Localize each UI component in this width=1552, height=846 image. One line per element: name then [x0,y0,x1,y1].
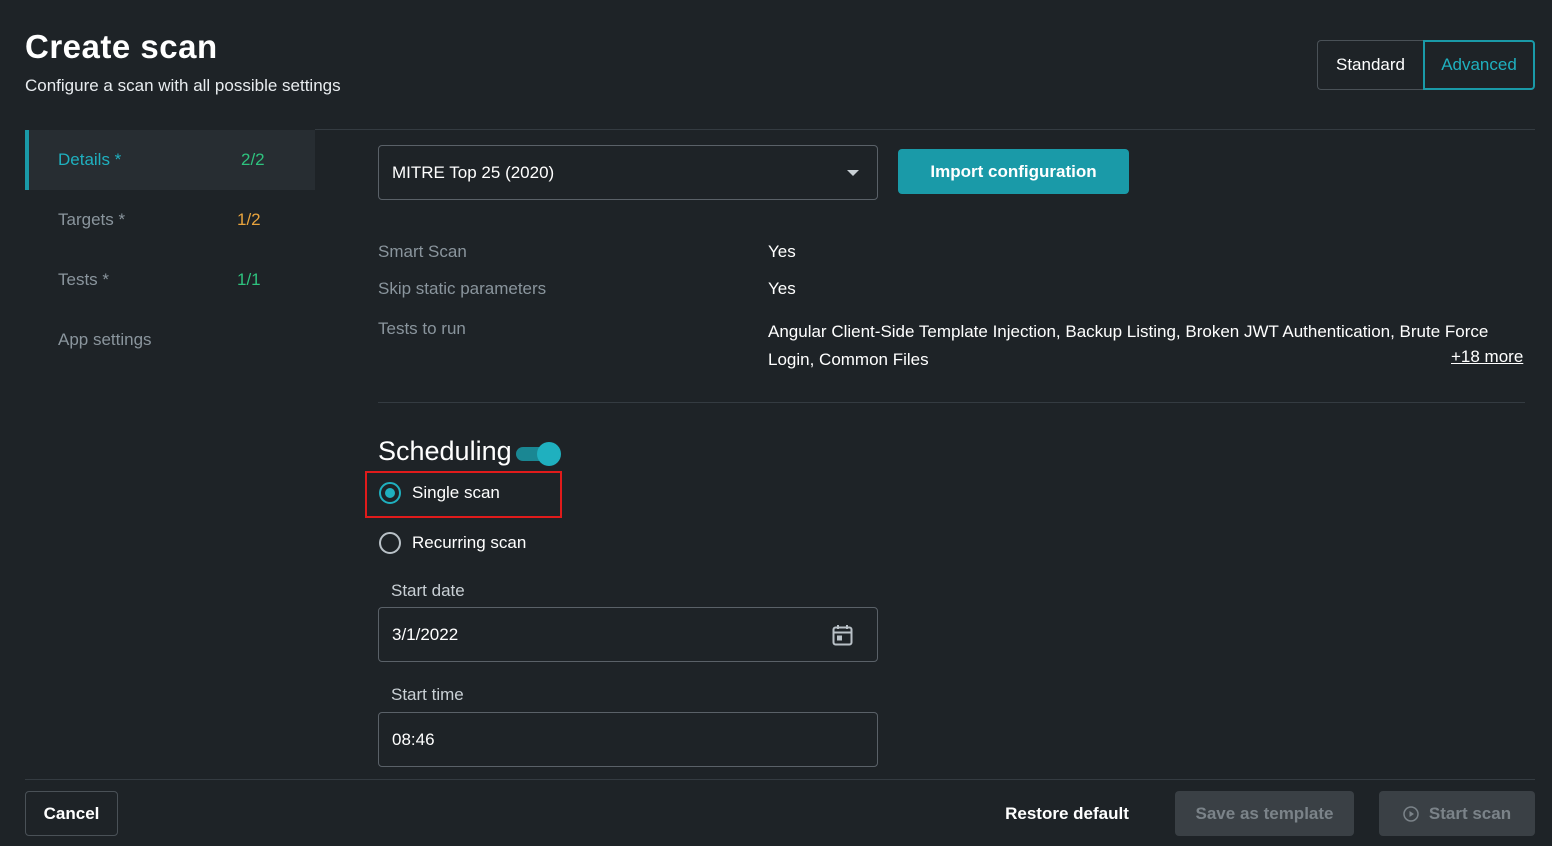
scheduling-toggle[interactable] [516,442,561,466]
start-time-label: Start time [391,685,464,704]
sidebar-item-tests[interactable]: Tests * 1/1 [25,250,315,310]
sidebar-item-app-settings[interactable]: App settings [25,310,315,370]
start-scan-label: Start scan [1428,803,1512,823]
section-divider [378,402,1525,403]
mode-switch: Standard Advanced [1317,40,1535,90]
tests-to-run-label: Tests to run [378,319,466,338]
sidebar-item-label: App settings [58,330,152,349]
radio-selected-dot [385,488,395,498]
page-title: Create scan [25,28,218,65]
caret-down-icon [847,170,859,176]
page-subtitle: Configure a scan with all possible setti… [25,76,341,95]
template-select-value: MITRE Top 25 (2020) [392,162,555,182]
start-scan-button[interactable]: Start scan [1379,791,1535,836]
advanced-mode-button[interactable]: Advanced [1423,40,1535,90]
play-circle-icon [1403,805,1419,822]
recurring-scan-label[interactable]: Recurring scan [412,533,526,553]
restore-default-button[interactable]: Restore default [994,791,1140,836]
sidebar-item-count: 1/2 [237,210,261,229]
template-select[interactable]: MITRE Top 25 (2020) [378,145,878,200]
toggle-knob [537,442,561,466]
single-scan-radio[interactable] [379,482,401,504]
start-date-input[interactable]: 3/1/2022 [378,607,878,662]
skip-static-value: Yes [768,279,796,298]
sidebar-item-label: Details * [58,150,122,169]
sidebar-item-details[interactable]: Details * 2/2 [25,130,315,190]
more-tests-link[interactable]: +18 more [1451,347,1523,367]
import-configuration-button[interactable]: Import configuration [898,149,1129,194]
skip-static-label: Skip static parameters [378,279,547,298]
sidebar-item-label: Targets * [58,210,126,229]
start-time-input[interactable]: 08:46 [378,712,878,767]
single-scan-label[interactable]: Single scan [412,483,500,503]
smart-scan-value: Yes [768,242,796,261]
sidebar-item-count: 1/1 [237,270,261,289]
smart-scan-label: Smart Scan [378,242,467,261]
sidebar-item-targets[interactable]: Targets * 1/2 [25,190,315,250]
recurring-scan-radio[interactable] [379,532,401,554]
sidebar-item-label: Tests * [58,270,110,289]
header-divider [315,129,1535,130]
start-date-label: Start date [391,581,465,600]
scheduling-title: Scheduling [378,436,512,466]
calendar-icon[interactable] [832,624,853,646]
start-date-value: 3/1/2022 [392,624,459,644]
tests-to-run-value: Angular Client-Side Template Injection, … [768,322,1489,369]
start-time-value: 08:46 [392,729,435,749]
footer-divider [25,779,1535,780]
standard-mode-button[interactable]: Standard [1317,40,1423,90]
save-as-template-button[interactable]: Save as template [1175,791,1354,836]
cancel-button[interactable]: Cancel [25,791,118,836]
sidebar-item-count: 2/2 [241,150,265,169]
